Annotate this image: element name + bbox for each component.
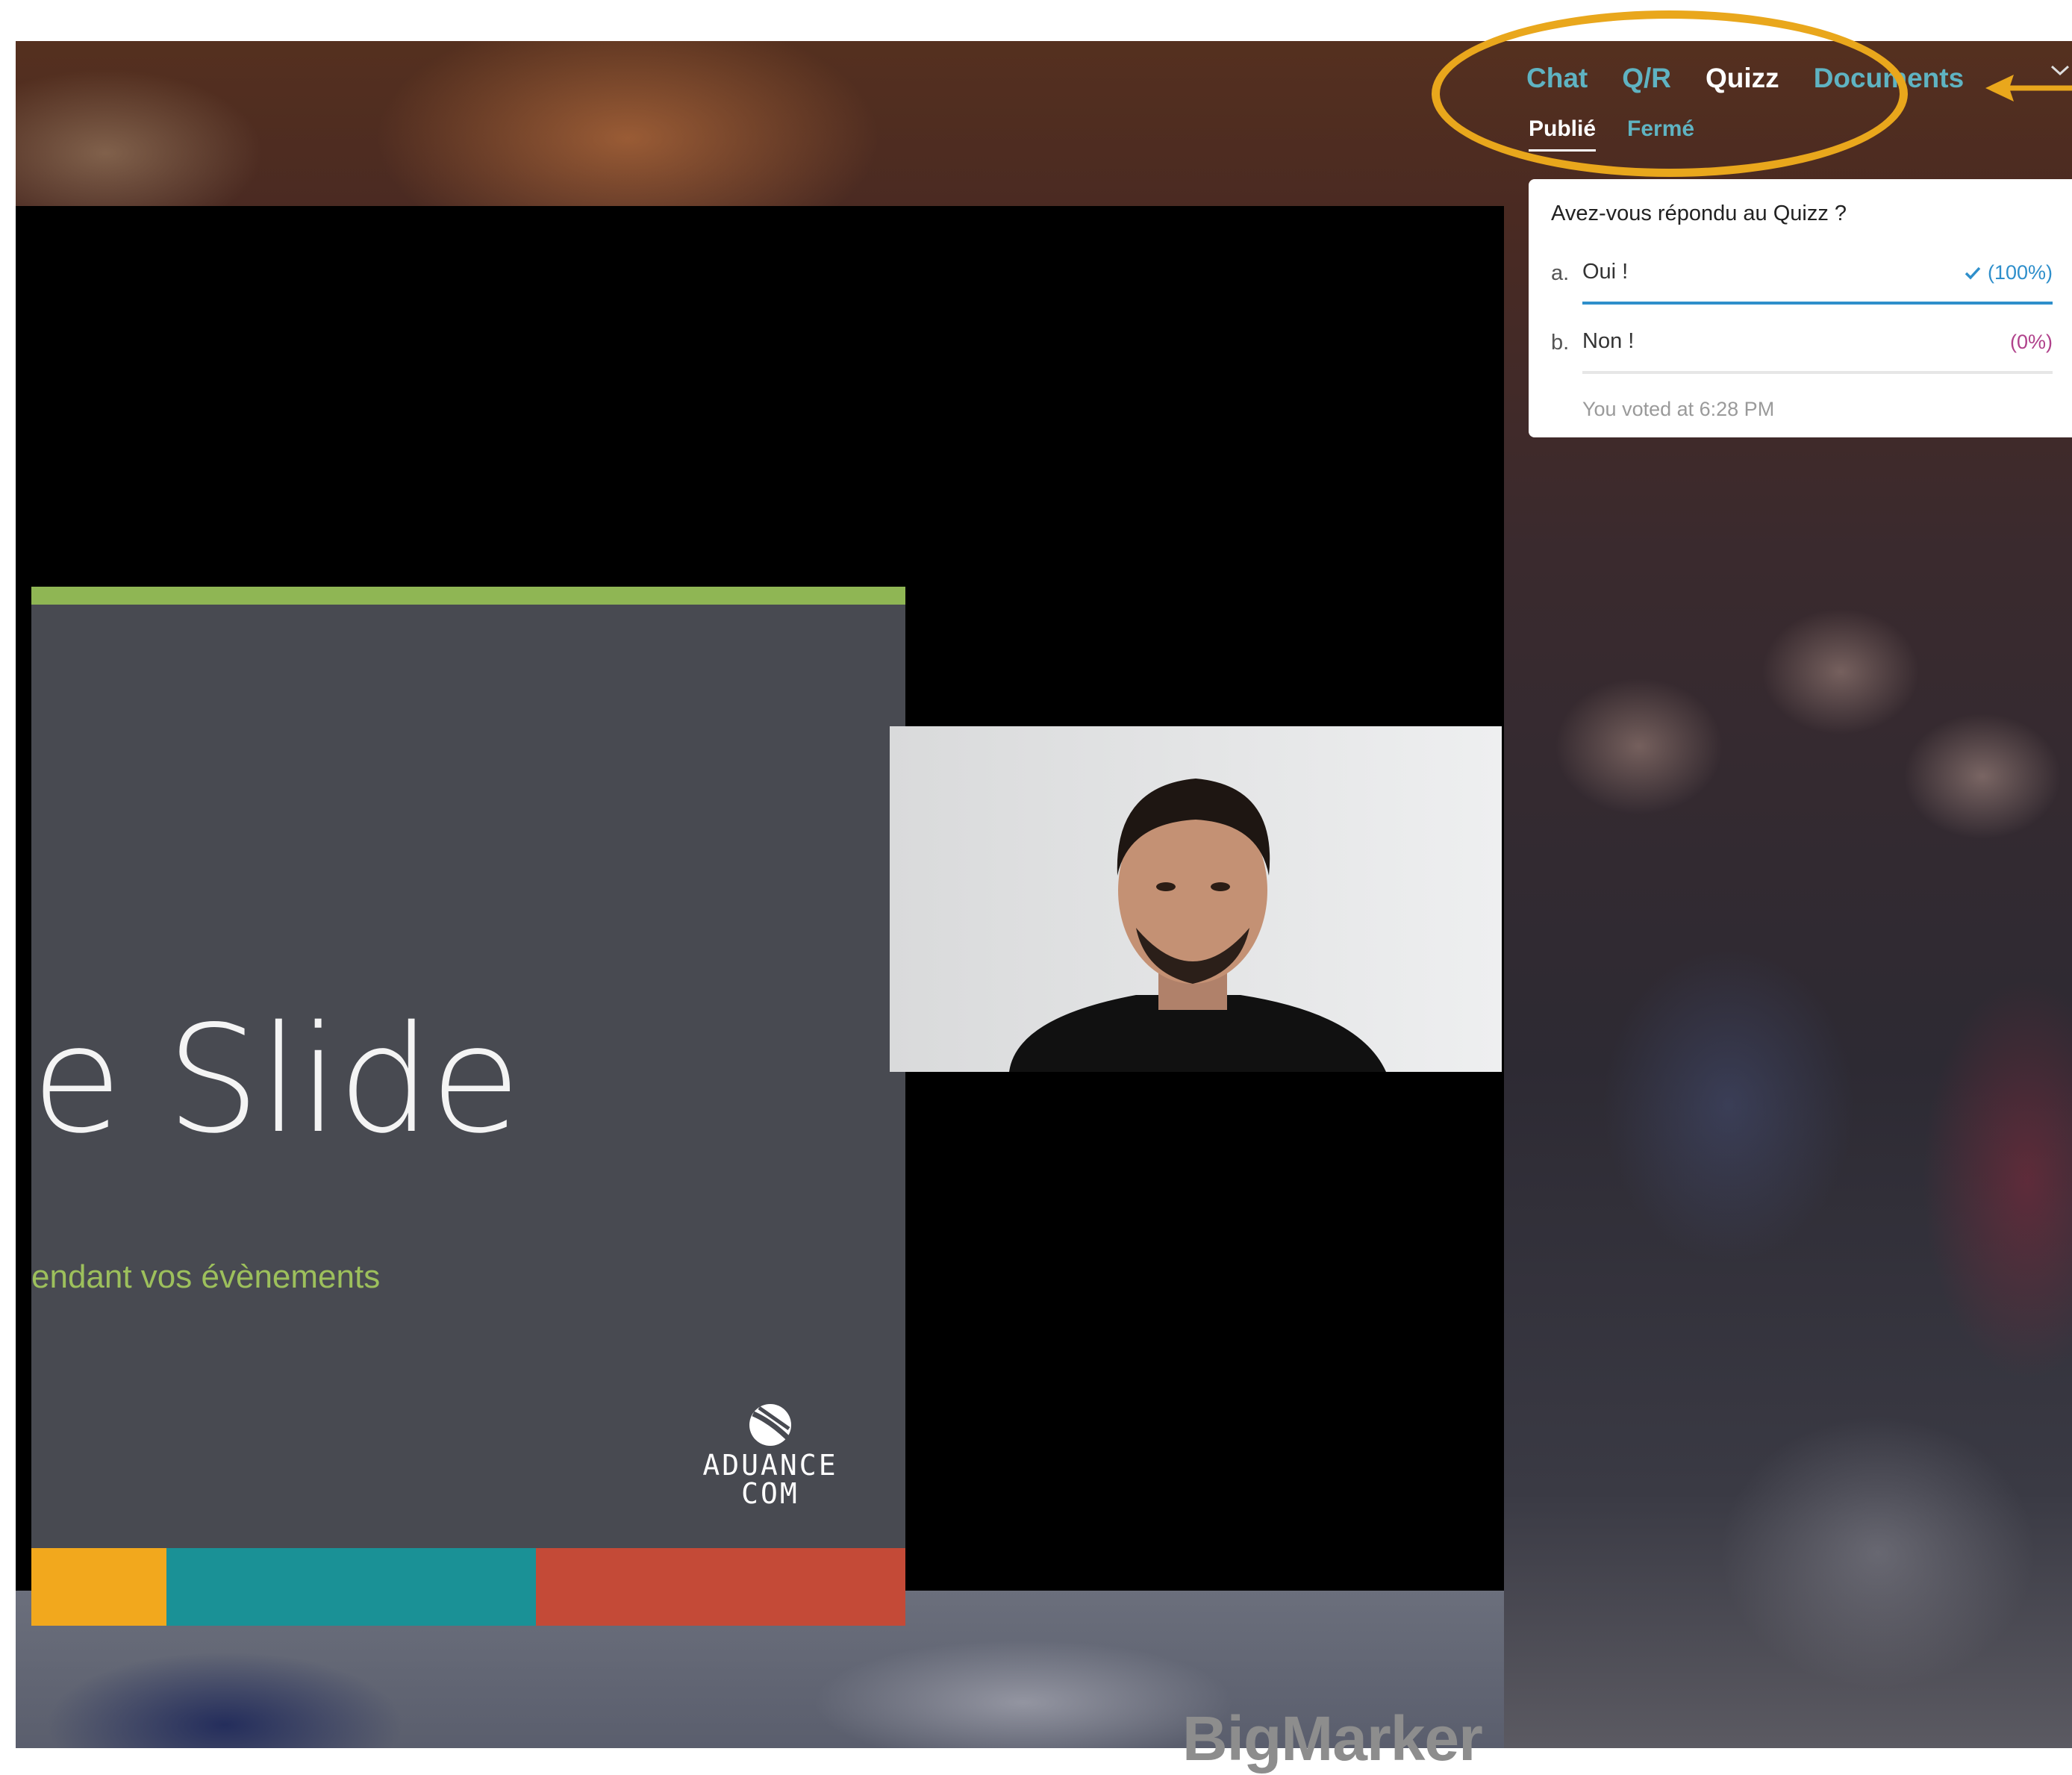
color-bar-orange <box>31 1548 166 1626</box>
annotation-highlight-ellipse <box>1432 10 1908 177</box>
presentation-slide: e Slide endant vos évènements ADUANCE CO… <box>31 587 905 1626</box>
logo-text-line-1: ADUANCE <box>702 1449 838 1482</box>
slide-color-bar <box>31 1548 905 1626</box>
presenter-webcam-video <box>890 726 1502 1072</box>
vote-timestamp: You voted at 6:28 PM <box>1582 398 1775 420</box>
option-progress-track <box>1582 302 2053 305</box>
quiz-question: Avez-vous répondu au Quizz ? <box>1551 202 1847 225</box>
option-label: Oui ! <box>1582 260 1629 284</box>
slide-title: e Slide <box>31 993 521 1166</box>
option-label: Non ! <box>1582 329 1635 353</box>
bigmarker-watermark: BigMarker <box>1182 1703 1483 1774</box>
advance-com-logo: ADUANCE COM <box>673 1399 867 1508</box>
globe-logo-icon <box>749 1404 791 1446</box>
blurred-audience-image <box>1505 433 2072 1748</box>
option-percent: (0%) <box>2009 331 2053 353</box>
quiz-option-a[interactable]: a. Oui ! (100%) <box>1551 255 2072 315</box>
check-icon <box>1965 266 1981 280</box>
slide-top-bar <box>31 587 905 605</box>
option-letter: a. <box>1551 261 1570 285</box>
option-letter: b. <box>1551 331 1570 355</box>
logo-text-line-2: COM <box>741 1477 799 1510</box>
annotation-arrow-icon <box>1985 75 2072 102</box>
slide-subtitle: endant vos évènements <box>31 1258 381 1295</box>
option-progress-track <box>1582 371 2053 374</box>
option-percent-text: (100%) <box>1987 261 2053 284</box>
presenter-figure <box>890 726 1502 1072</box>
color-bar-teal <box>166 1548 536 1626</box>
color-bar-red <box>536 1548 905 1626</box>
option-progress-fill <box>1582 302 2053 305</box>
option-percent: (100%) <box>1964 261 2053 284</box>
quiz-card: Avez-vous répondu au Quizz ? a. Oui ! (1… <box>1529 179 2072 437</box>
quiz-option-b[interactable]: b. Non ! (0%) <box>1551 325 2072 384</box>
